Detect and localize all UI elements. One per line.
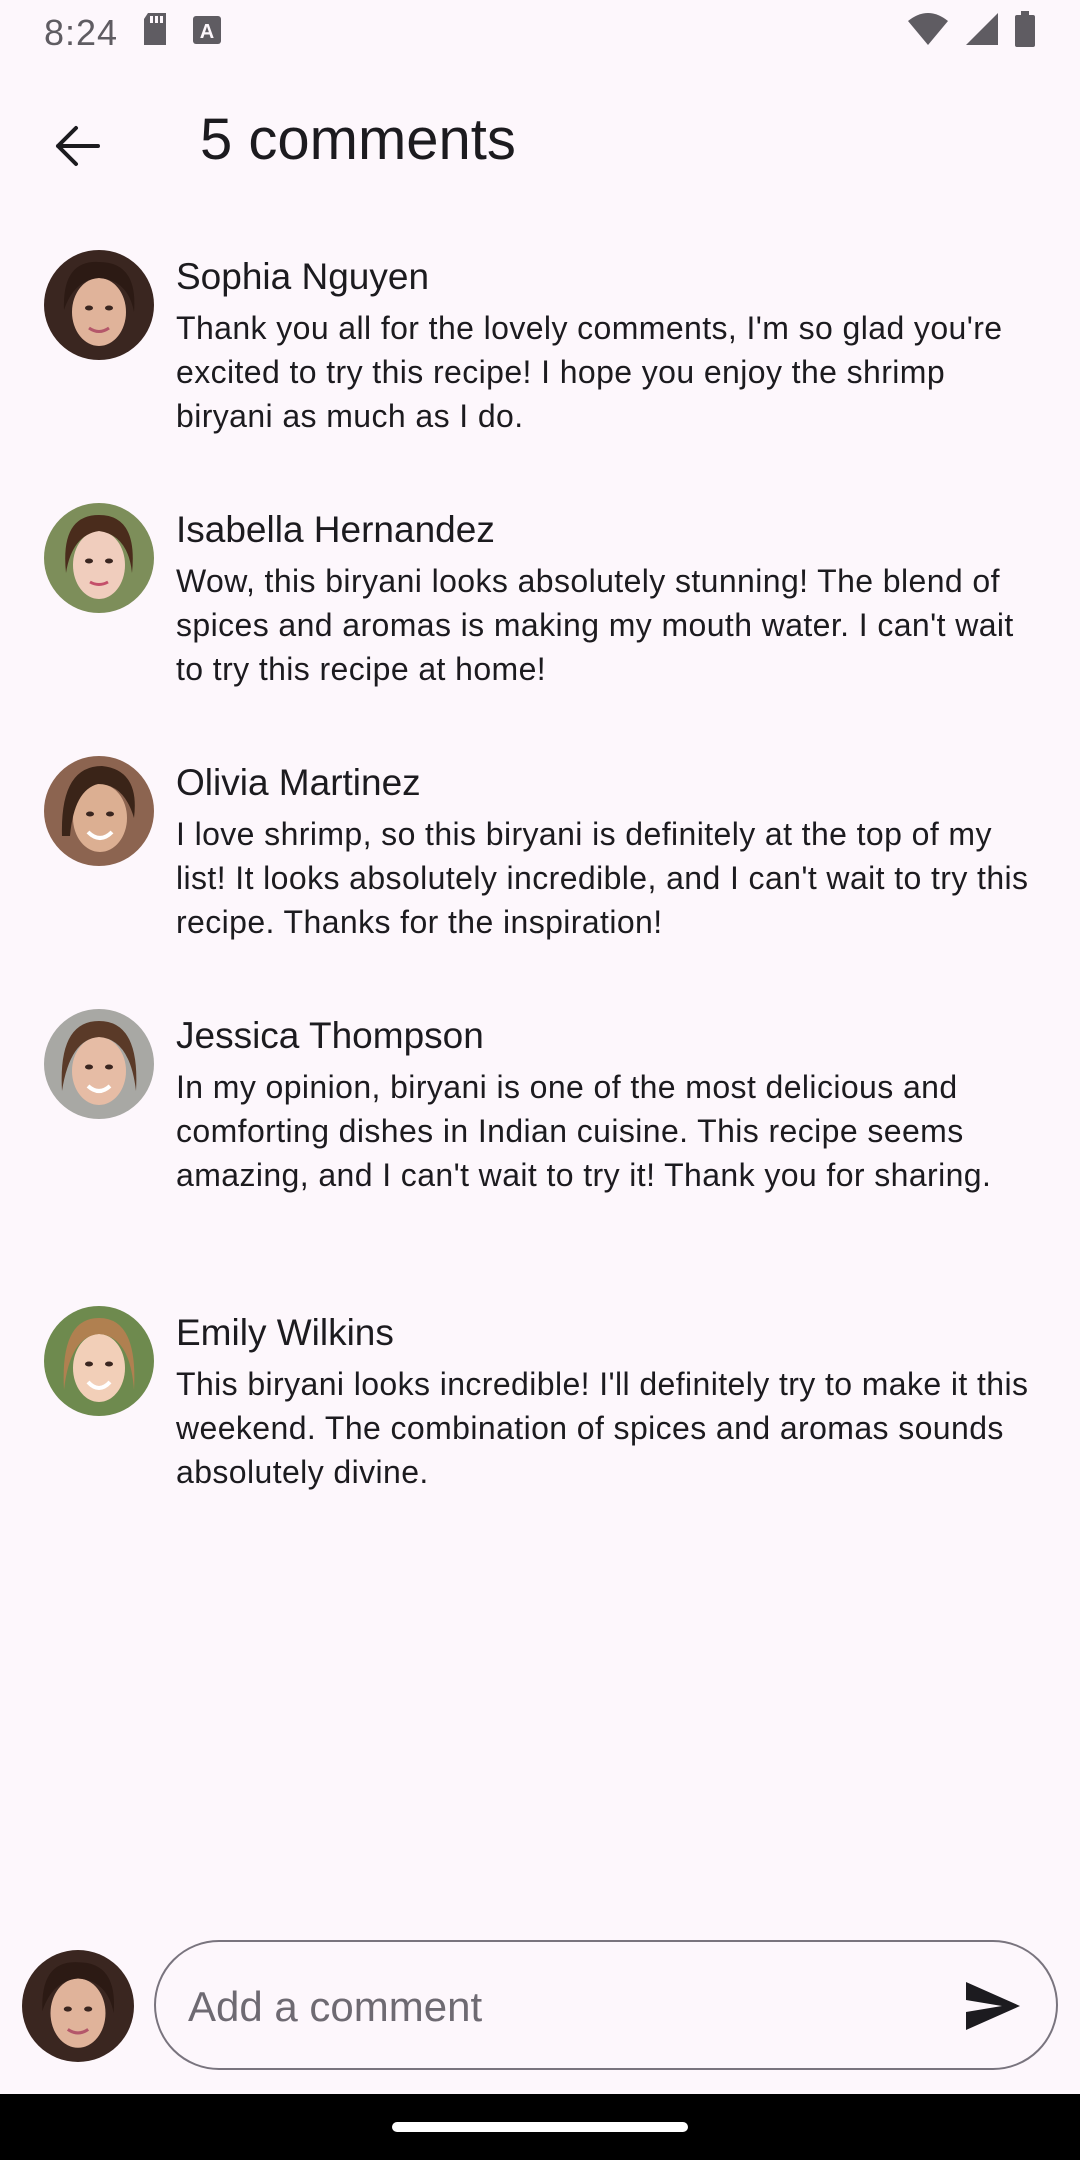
wifi-icon (906, 11, 950, 56)
battery-icon (1014, 10, 1036, 56)
text-a-icon: A (192, 12, 222, 54)
status-bar: 8:24 A (0, 0, 1080, 66)
comment-author: Emily Wilkins (176, 1312, 394, 1353)
comment-input-container (154, 1940, 1058, 2070)
home-gesture-handle[interactable] (392, 2122, 688, 2132)
avatar[interactable] (44, 1009, 154, 1119)
avatar[interactable] (44, 250, 154, 360)
avatar[interactable] (44, 1306, 154, 1416)
comment-text: In my opinion, biryani is one of the mos… (176, 1069, 992, 1193)
comment-author: Sophia Nguyen (176, 256, 430, 297)
current-user-avatar (22, 1950, 134, 2062)
avatar[interactable] (44, 503, 154, 613)
send-button[interactable] (956, 1972, 1028, 2044)
system-nav-bar (0, 2094, 1080, 2160)
comment-author: Isabella Hernandez (176, 509, 495, 550)
comment-text: I love shrimp, so this biryani is defini… (176, 816, 1029, 940)
comment-text: Wow, this biryani looks absolutely stunn… (176, 563, 1014, 687)
comment-composer (0, 1940, 1080, 2070)
send-icon (960, 1974, 1024, 2043)
top-app-bar: 5 comments (0, 66, 1080, 216)
svg-text:A: A (200, 21, 214, 43)
sd-card-icon (140, 11, 170, 56)
comment-author: Olivia Martinez (176, 762, 421, 803)
comment-author: Jessica Thompson (176, 1015, 484, 1056)
signal-icon (964, 11, 1000, 56)
page-title: 5 comments (200, 107, 516, 172)
comment-text: This biryani looks incredible! I'll defi… (176, 1366, 1029, 1490)
comment-input[interactable] (188, 1972, 928, 2042)
comment-text: Thank you all for the lovely comments, I… (176, 310, 1003, 434)
avatar[interactable] (44, 756, 154, 866)
arrow-back-icon (48, 118, 104, 179)
back-button[interactable] (36, 108, 116, 188)
status-time: 8:24 (44, 12, 119, 53)
